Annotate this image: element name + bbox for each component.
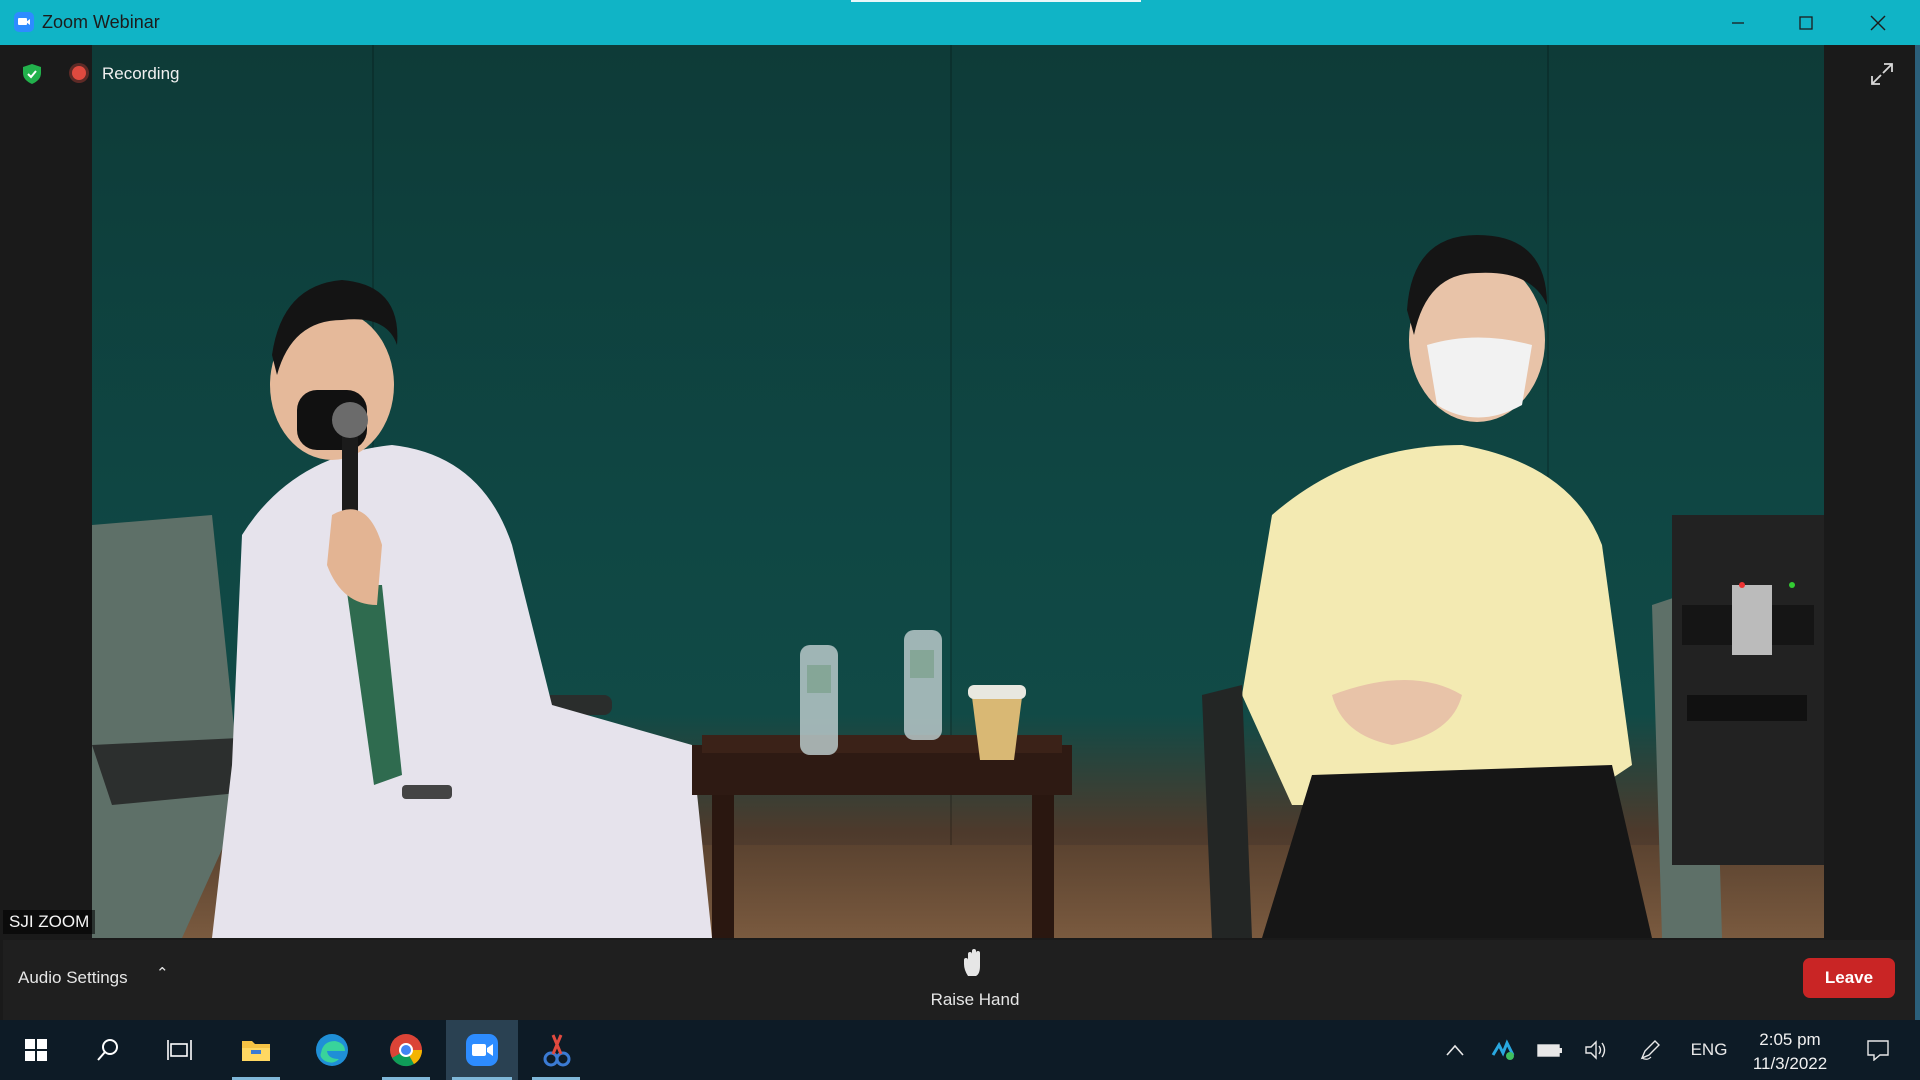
volume-button[interactable] <box>1580 1020 1612 1080</box>
app-monitor-icon <box>1491 1039 1515 1060</box>
recording-dot-icon <box>72 66 86 80</box>
search-icon <box>97 1039 118 1061</box>
battery-button[interactable] <box>1534 1020 1566 1080</box>
taskbar-edge[interactable] <box>302 1020 362 1080</box>
task-view-icon <box>167 1040 192 1060</box>
raise-hand-icon[interactable] <box>958 948 990 980</box>
title-bar[interactable]: Zoom Webinar <box>0 0 1920 45</box>
zoom-icon <box>466 1034 498 1066</box>
hand-icon <box>964 949 980 976</box>
clock-time: 2:05 pm <box>1759 1030 1821 1049</box>
edge-icon <box>316 1034 348 1066</box>
taskbar-snipping-tool[interactable] <box>526 1020 586 1080</box>
speaker-volume-icon <box>1585 1040 1606 1060</box>
taskbar-zoom[interactable] <box>446 1020 518 1080</box>
zoom-window: Zoom Webinar Recording SJI ZOOM Audio Se… <box>0 0 1920 1020</box>
windows-taskbar: ENG 2:05 pm 11/3/2022 <box>0 1020 1920 1080</box>
desktop-edge <box>1915 45 1920 1020</box>
audio-settings-button[interactable]: Audio Settings <box>18 968 128 988</box>
pen-icon <box>1640 1040 1660 1060</box>
tray-app-icon[interactable] <box>1488 1020 1518 1080</box>
minimize-icon <box>1732 21 1744 24</box>
taskbar-chrome[interactable] <box>376 1020 436 1080</box>
battery-icon <box>1537 1044 1562 1057</box>
chevron-up-icon[interactable]: ⌃ <box>156 964 169 982</box>
participant-name-tag: SJI ZOOM <box>3 910 96 934</box>
meeting-controls-bar: Audio Settings ⌃ Raise Hand Leave <box>3 940 1915 1020</box>
snipping-tool-icon <box>543 1034 571 1067</box>
input-language-indicator[interactable]: ENG <box>1684 1020 1734 1080</box>
titlebar-drag-indicator <box>851 0 1141 2</box>
raise-hand-label[interactable]: Raise Hand <box>920 990 1030 1010</box>
coffee-table <box>692 735 1072 938</box>
file-explorer-icon <box>242 1041 270 1061</box>
minimize-button[interactable] <box>1708 0 1768 45</box>
close-button[interactable] <box>1848 0 1908 45</box>
expand-icon <box>1871 63 1893 85</box>
start-button[interactable] <box>6 1020 66 1080</box>
maximize-icon <box>1799 15 1813 30</box>
speaker-video <box>92 45 1824 938</box>
notification-icon <box>1867 1040 1889 1061</box>
encryption-shield-icon[interactable] <box>23 64 41 84</box>
taskbar-clock[interactable]: 2:05 pm 11/3/2022 <box>1735 1028 1845 1076</box>
leave-button[interactable]: Leave <box>1803 958 1895 998</box>
notifications-button[interactable] <box>1856 1020 1900 1080</box>
clock-date: 11/3/2022 <box>1752 1054 1828 1073</box>
av-equipment-rack <box>1672 515 1824 865</box>
close-icon <box>1870 15 1886 30</box>
chrome-icon <box>390 1034 423 1067</box>
zoom-app-icon <box>14 12 34 32</box>
window-title: Zoom Webinar <box>42 12 160 32</box>
left-speaker <box>212 280 712 938</box>
maximize-button[interactable] <box>1776 0 1836 45</box>
taskbar-file-explorer[interactable] <box>226 1020 286 1080</box>
right-speaker <box>1242 235 1652 938</box>
taskbar-search-button[interactable] <box>78 1020 138 1080</box>
pen-menu-button[interactable] <box>1634 1020 1666 1080</box>
recording-label: Recording <box>102 64 180 83</box>
task-view-button[interactable] <box>150 1020 210 1080</box>
windows-start-icon <box>25 1039 47 1061</box>
fullscreen-expand-button[interactable] <box>1870 62 1894 86</box>
video-scene <box>92 235 1824 938</box>
show-hidden-icons-button[interactable] <box>1440 1020 1470 1080</box>
chevron-up-icon <box>1446 1044 1464 1056</box>
